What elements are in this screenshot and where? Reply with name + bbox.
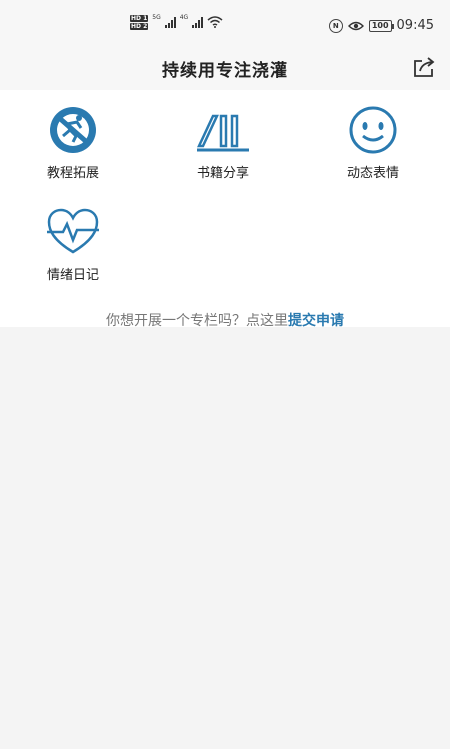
feature-panel: 教程拓展 书籍分享 动态表情 情绪日记 你想开展一个专栏吗？点这里提交申请 (0, 90, 450, 330)
grid-item-tutorial[interactable]: 教程拓展 (18, 104, 128, 181)
heart-pulse-icon (47, 208, 99, 254)
grid-item-books[interactable]: 书籍分享 (168, 104, 278, 181)
signal-group: HD 1 HD 2 5G 4G (130, 14, 223, 30)
nfc-icon: N (328, 18, 343, 33)
grid-label: 情绪日记 (46, 268, 99, 283)
network-4g-label: 4G (179, 14, 189, 21)
hd1-badge: HD 1 (130, 14, 149, 22)
status-bar: HD 1 HD 2 5G 4G N 100 09:45 (0, 0, 450, 40)
run-icon (50, 107, 96, 153)
wifi-icon (207, 16, 223, 28)
network-5g-label: 5G (152, 14, 161, 21)
hd2-badge: HD 2 (130, 22, 149, 30)
page-title: 持续用专注浇灌 (162, 61, 288, 81)
share-icon[interactable] (412, 55, 436, 79)
apply-line: 你想开展一个专栏吗？点这里提交申请 (0, 310, 450, 330)
eye-icon (347, 21, 364, 30)
title-bar: 持续用专注浇灌 (0, 40, 450, 90)
grid-item-diary[interactable]: 情绪日记 (18, 206, 128, 283)
signal-2-icon (192, 16, 204, 28)
grid-label: 教程拓展 (46, 166, 99, 181)
submit-application-link[interactable]: 提交申请 (288, 313, 344, 329)
smile-icon (349, 106, 397, 154)
clock: 09:45 (396, 18, 434, 33)
signal-1-icon (164, 16, 176, 28)
grid-label: 书籍分享 (196, 166, 249, 181)
grid-label: 动态表情 (346, 166, 399, 181)
status-right: N 100 09:45 (328, 18, 434, 33)
books-icon (197, 114, 249, 152)
battery-icon: 100 (368, 19, 394, 32)
grid-item-emoji[interactable]: 动态表情 (318, 104, 428, 181)
apply-prompt: 你想开展一个专栏吗？点这里 (106, 313, 288, 329)
hd-badges: HD 1 HD 2 (130, 14, 149, 30)
